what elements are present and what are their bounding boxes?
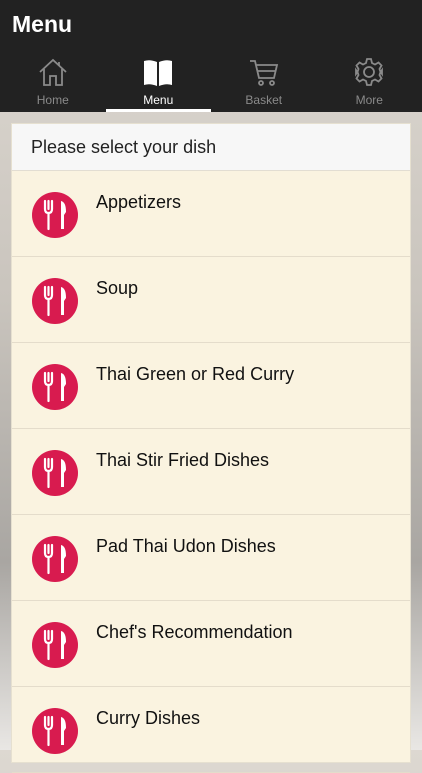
list-item[interactable]: Thai Green or Red Curry bbox=[12, 343, 410, 429]
list-item[interactable]: Chef's Recommendation bbox=[12, 601, 410, 687]
fork-knife-icon bbox=[32, 364, 78, 410]
list-item[interactable]: Appetizers bbox=[12, 171, 410, 257]
home-icon bbox=[37, 56, 69, 88]
list-item-label: Soup bbox=[96, 278, 138, 299]
tab-label: Menu bbox=[143, 93, 173, 107]
list-item-label: Curry Dishes bbox=[96, 708, 200, 729]
list-item-label: Pad Thai Udon Dishes bbox=[96, 536, 276, 557]
tab-basket[interactable]: Basket bbox=[211, 54, 317, 112]
list-item-label: Chef's Recommendation bbox=[96, 622, 293, 643]
cart-icon bbox=[248, 56, 280, 88]
tab-bar: Home Menu Basket bbox=[0, 54, 422, 112]
list-item[interactable]: Pad Thai Udon Dishes bbox=[12, 515, 410, 601]
list-item-label: Thai Stir Fried Dishes bbox=[96, 450, 269, 471]
list-item[interactable]: Curry Dishes bbox=[12, 687, 410, 773]
list-item[interactable]: Thai Stir Fried Dishes bbox=[12, 429, 410, 515]
book-icon bbox=[142, 56, 174, 88]
tab-label: Basket bbox=[245, 93, 282, 107]
page-title: Menu bbox=[12, 11, 72, 38]
fork-knife-icon bbox=[32, 450, 78, 496]
fork-knife-icon bbox=[32, 536, 78, 582]
fork-knife-icon bbox=[32, 278, 78, 324]
list-item-label: Thai Green or Red Curry bbox=[96, 364, 294, 385]
list-item-label: Appetizers bbox=[96, 192, 181, 213]
app-header: Menu Home Menu bbox=[0, 0, 422, 112]
tab-more[interactable]: More bbox=[317, 54, 422, 112]
fork-knife-icon bbox=[32, 192, 78, 238]
tab-label: More bbox=[356, 93, 383, 107]
dish-category-list: Please select your dish Appetizers Soup Th… bbox=[11, 123, 411, 763]
gear-icon bbox=[353, 56, 385, 88]
fork-knife-icon bbox=[32, 622, 78, 668]
list-heading: Please select your dish bbox=[12, 124, 410, 171]
tab-label: Home bbox=[37, 93, 69, 107]
fork-knife-icon bbox=[32, 708, 78, 754]
tab-home[interactable]: Home bbox=[0, 54, 106, 112]
tab-menu[interactable]: Menu bbox=[106, 54, 212, 112]
list-item[interactable]: Soup bbox=[12, 257, 410, 343]
